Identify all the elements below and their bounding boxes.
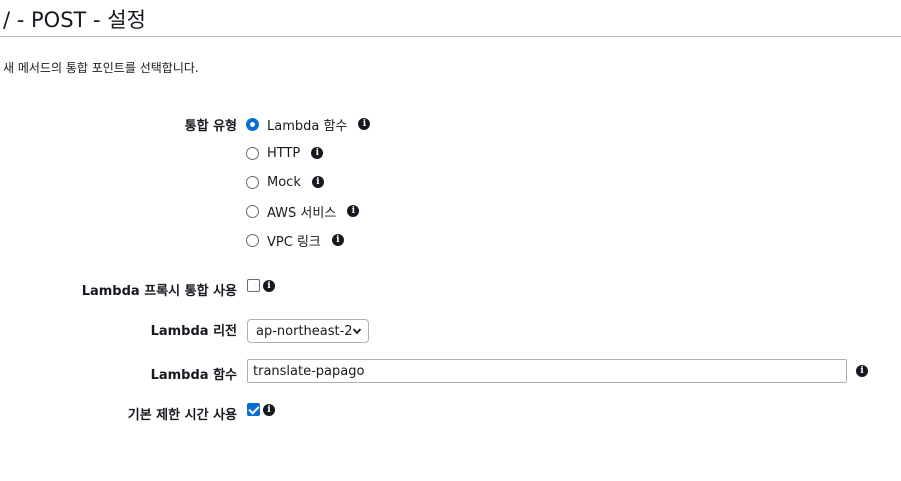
- default-timeout-label: 기본 제한 시간 사용: [127, 408, 237, 423]
- radio-lambda[interactable]: [246, 117, 259, 131]
- radio-option-http[interactable]: HTTP i: [246, 144, 324, 162]
- info-icon[interactable]: i: [263, 403, 275, 416]
- proxy-integration-checkbox[interactable]: [247, 279, 260, 292]
- default-timeout-control: i: [247, 403, 275, 416]
- info-icon[interactable]: i: [856, 365, 868, 377]
- radio-option-lambda[interactable]: Lambda 함수 i: [246, 115, 371, 134]
- lambda-function-input[interactable]: [247, 359, 847, 383]
- radio-label-vpc-link: VPC 링크: [267, 234, 321, 250]
- lambda-function-label: Lambda 함수: [150, 368, 237, 383]
- radio-option-aws-service[interactable]: AWS 서비스 i: [246, 202, 360, 221]
- info-icon[interactable]: i: [311, 147, 324, 159]
- page-description: 새 메서드의 통합 포인트를 선택합니다.: [3, 61, 199, 75]
- info-icon[interactable]: i: [347, 205, 360, 217]
- info-icon[interactable]: i: [331, 234, 344, 246]
- radio-mock[interactable]: [246, 175, 259, 189]
- info-icon[interactable]: i: [263, 279, 275, 292]
- default-timeout-checkbox[interactable]: [247, 403, 260, 416]
- page-title: / - POST - 설정: [3, 8, 146, 32]
- radio-label-mock: Mock: [267, 174, 301, 190]
- integration-setup-page: / - POST - 설정 새 메서드의 통합 포인트를 선택합니다. 통합 유…: [0, 0, 901, 481]
- radio-label-aws-service: AWS 서비스: [267, 205, 337, 221]
- proxy-integration-label: Lambda 프록시 통합 사용: [81, 284, 237, 299]
- radio-option-vpc-link[interactable]: VPC 링크 i: [246, 231, 344, 250]
- chevron-down-icon: [352, 328, 362, 335]
- info-icon[interactable]: i: [358, 118, 371, 130]
- lambda-region-select[interactable]: ap-northeast-2: [247, 319, 369, 343]
- proxy-integration-control: i: [247, 279, 275, 292]
- radio-aws-service[interactable]: [246, 204, 259, 218]
- info-icon[interactable]: i: [311, 176, 324, 188]
- title-divider: [0, 36, 901, 37]
- integration-type-label: 통합 유형: [184, 119, 237, 134]
- radio-vpc-link[interactable]: [246, 233, 259, 247]
- radio-label-http: HTTP: [267, 145, 301, 161]
- radio-label-lambda: Lambda 함수: [267, 118, 348, 134]
- lambda-region-label: Lambda 리전: [150, 324, 237, 339]
- radio-http[interactable]: [246, 146, 259, 160]
- lambda-region-value: ap-northeast-2: [256, 323, 353, 339]
- radio-option-mock[interactable]: Mock i: [246, 173, 324, 191]
